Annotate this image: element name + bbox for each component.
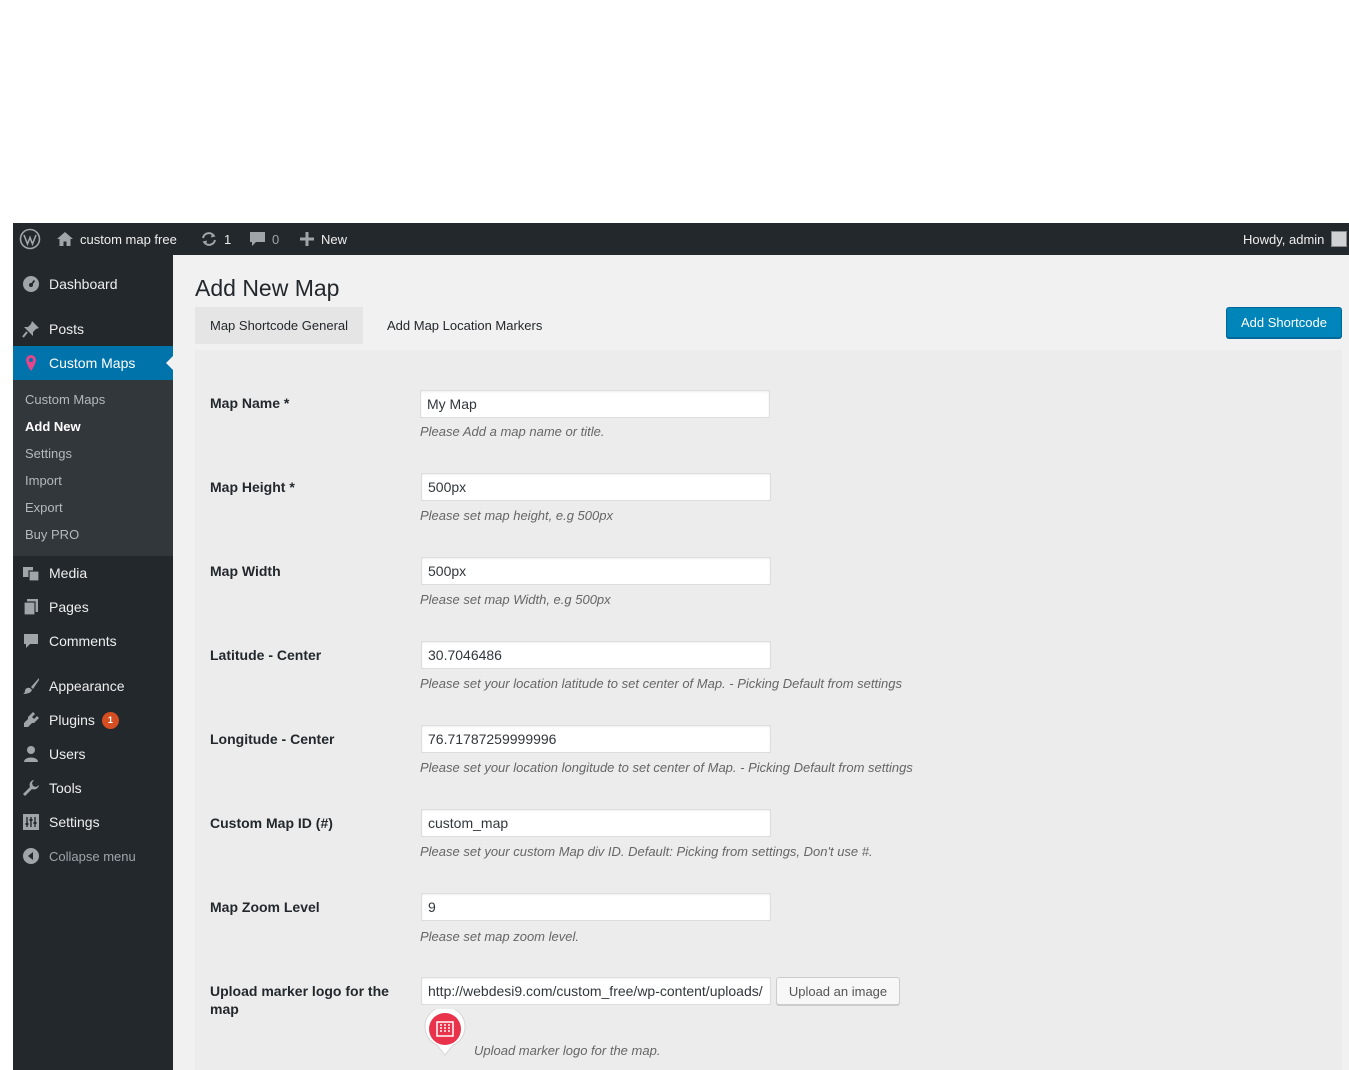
updates-link[interactable]: 1 <box>200 223 231 255</box>
map-width-description: Please set map Width, e.g 500px <box>420 592 611 607</box>
map-height-description: Please set map height, e.g 500px <box>420 508 613 523</box>
submenu-item-add-new[interactable]: Add New <box>25 419 81 434</box>
sidebar-item-label: Media <box>49 565 88 581</box>
tab-map-shortcode-general[interactable]: Map Shortcode General <box>195 307 364 344</box>
upload-image-button[interactable]: Upload an image <box>776 977 900 1005</box>
marker-logo-description: Upload marker logo for the map. <box>474 1043 661 1058</box>
marker-logo-preview <box>423 1006 467 1057</box>
new-label: New <box>321 231 348 247</box>
howdy-text: Howdy, admin <box>1243 231 1325 247</box>
pushpin-icon <box>13 320 49 338</box>
comment-bubble-icon <box>249 231 266 247</box>
latitude-center-label: Latitude - Center <box>210 647 322 663</box>
collapse-menu-button[interactable]: Collapse menu <box>13 839 173 873</box>
map-height-label: Map Height * <box>210 479 295 495</box>
plus-icon <box>299 231 315 247</box>
plugin-icon <box>13 711 49 729</box>
submenu-item-import[interactable]: Import <box>25 473 62 488</box>
refresh-icon <box>200 231 218 247</box>
collapse-arrow-icon <box>13 847 49 865</box>
longitude-center-label: Longitude - Center <box>210 731 335 747</box>
sidebar-item-label: Posts <box>49 321 85 337</box>
sidebar-item-tools[interactable]: Tools <box>13 771 173 805</box>
tab-add-map-location-markers[interactable]: Add Map Location Markers <box>372 307 557 344</box>
marker-logo-label: Upload marker logo for the map <box>210 983 389 1017</box>
brush-icon <box>13 677 49 695</box>
admin-bar: custom map free 1 0 New Howdy, admin <box>13 223 1349 255</box>
dashboard-icon <box>13 275 49 293</box>
sidebar-item-label: Settings <box>49 814 100 830</box>
map-settings-panel <box>195 350 1342 1070</box>
map-width-input[interactable] <box>421 557 771 585</box>
wordpress-logo-button[interactable] <box>19 223 41 255</box>
sidebar-item-plugins[interactable]: Plugins 1 <box>13 703 173 737</box>
sidebar-item-label: Pages <box>49 599 89 615</box>
longitude-center-input[interactable] <box>421 725 771 753</box>
current-menu-arrow <box>166 356 173 370</box>
sidebar-item-dashboard[interactable]: Dashboard <box>13 267 173 301</box>
user-icon <box>13 745 49 763</box>
map-zoom-level-input[interactable] <box>421 893 771 921</box>
sidebar-item-settings[interactable]: Settings <box>13 805 173 839</box>
comments-link[interactable]: 0 <box>249 223 279 255</box>
map-name-label: Map Name * <box>210 395 290 411</box>
custom-map-id-label: Custom Map ID (#) <box>210 815 333 831</box>
plugins-update-badge: 1 <box>101 711 119 729</box>
map-marker-icon <box>424 1006 466 1056</box>
map-pin-icon <box>13 354 49 372</box>
sidebar-item-custom-maps[interactable]: Custom Maps <box>13 346 173 380</box>
sidebar-item-users[interactable]: Users <box>13 737 173 771</box>
wordpress-logo-icon <box>19 228 41 250</box>
custom-map-id-description: Please set your custom Map div ID. Defau… <box>420 844 873 859</box>
custom-map-id-input[interactable] <box>421 809 771 837</box>
updates-count: 1 <box>224 231 232 247</box>
pages-icon <box>13 598 49 616</box>
sidebar-item-label: Comments <box>49 633 117 649</box>
wrench-icon <box>13 779 49 797</box>
sidebar-item-posts[interactable]: Posts <box>13 312 173 346</box>
submenu-item-settings[interactable]: Settings <box>25 446 72 461</box>
custom-maps-submenu: Custom Maps Add New Settings Import Expo… <box>13 380 173 556</box>
comment-icon <box>13 632 49 650</box>
sidebar-item-media[interactable]: Media <box>13 556 173 590</box>
latitude-center-description: Please set your location latitude to set… <box>420 676 902 691</box>
comments-count: 0 <box>272 231 280 247</box>
latitude-center-input[interactable] <box>421 641 771 669</box>
submenu-item-export[interactable]: Export <box>25 500 63 515</box>
map-name-input[interactable] <box>420 390 770 418</box>
wp-admin-window: custom map free 1 0 New Howdy, admin Das… <box>13 223 1349 1070</box>
sidebar-item-label: Dashboard <box>49 276 118 292</box>
sidebar-item-label: Plugins <box>49 712 95 728</box>
sidebar-item-label: Custom Maps <box>49 355 136 371</box>
settings-icon <box>13 813 49 831</box>
add-shortcode-button[interactable]: Add Shortcode <box>1226 307 1342 338</box>
submenu-item-buy-pro[interactable]: Buy PRO <box>25 527 79 542</box>
map-zoom-level-description: Please set map zoom level. <box>420 929 579 944</box>
sidebar-item-comments[interactable]: Comments <box>13 624 173 658</box>
sidebar-item-pages[interactable]: Pages <box>13 590 173 624</box>
sidebar-item-appearance[interactable]: Appearance <box>13 669 173 703</box>
map-name-description: Please Add a map name or title. <box>420 424 605 439</box>
admin-sidebar: Dashboard Posts Custom Maps Custom Maps … <box>13 255 173 1070</box>
my-account-link[interactable]: Howdy, admin <box>1243 223 1348 255</box>
map-zoom-level-label: Map Zoom Level <box>210 899 320 915</box>
sidebar-item-label: Appearance <box>49 678 125 694</box>
site-name-link[interactable]: custom map free <box>56 223 177 255</box>
marker-logo-url-input[interactable] <box>421 977 771 1005</box>
map-width-label: Map Width <box>210 563 281 579</box>
home-icon <box>56 231 74 247</box>
collapse-menu-label: Collapse menu <box>49 848 136 864</box>
submenu-item-custom-maps[interactable]: Custom Maps <box>25 392 105 407</box>
longitude-center-description: Please set your location longitude to se… <box>420 760 913 775</box>
sidebar-item-label: Tools <box>49 780 82 796</box>
new-content-link[interactable]: New <box>299 223 347 255</box>
page-title: Add New Map <box>195 275 340 301</box>
media-icon <box>13 564 49 582</box>
site-name: custom map free <box>80 231 177 247</box>
avatar <box>1331 231 1348 247</box>
sidebar-item-label: Users <box>49 746 86 762</box>
map-height-input[interactable] <box>421 473 771 501</box>
